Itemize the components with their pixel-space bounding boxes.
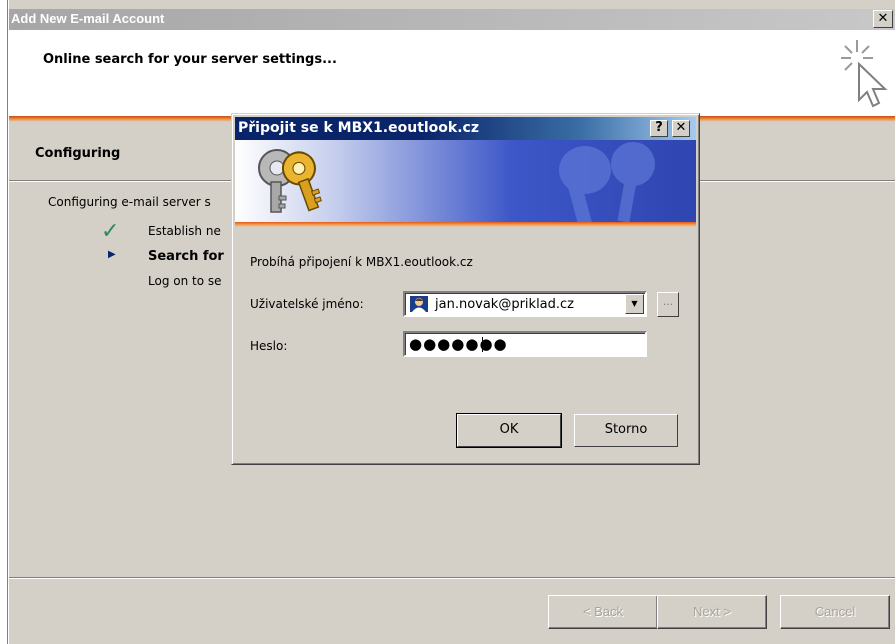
dialog-banner-accent-bar [235,222,696,227]
cancel-button[interactable]: Cancel [780,595,890,629]
next-button[interactable]: Next > [657,595,767,629]
step-search: Search for [148,249,224,264]
username-combobox[interactable]: jan.novak@priklad.cz ▼ [403,291,647,317]
wizard-cursor-sparkle-icon [841,40,888,108]
username-label: Uživatelské jméno: [250,297,364,311]
section-title: Configuring [35,146,121,161]
password-label: Heslo: [250,339,288,353]
text-caret [482,337,483,352]
dialog-close-button[interactable]: ✕ [672,120,690,137]
dialog-titlebar: Připojit se k MBX1.eoutlook.cz [235,117,696,140]
connect-dialog: Připojit se k MBX1.eoutlook.cz ? ✕ Probí… [231,113,700,465]
username-value: jan.novak@priklad.cz [435,297,575,312]
user-icon [410,296,428,312]
storno-button[interactable]: Storno [574,414,678,447]
browse-button[interactable]: ... [657,292,679,317]
password-field[interactable]: ●●●●●●● [403,331,647,357]
arrow-right-icon: ▶ [108,249,116,260]
footer-divider [9,577,895,579]
step-establish: Establish ne [148,224,221,238]
check-icon: ✓ [101,219,120,244]
ok-button[interactable]: OK [456,413,562,448]
wizard-close-button[interactable]: ✕ [873,10,893,28]
banner-watermark-keys-icon [559,142,655,222]
help-button[interactable]: ? [650,120,668,137]
connection-status-text: Probíhá připojení k MBX1.eoutlook.cz [250,255,473,269]
dialog-banner [235,140,696,222]
back-button[interactable]: < Back [548,595,658,629]
password-mask: ●●●●●●● [409,335,508,353]
wizard-heading: Online search for your server settings..… [43,52,337,67]
background-window-edge [0,0,9,644]
keys-icon [258,149,322,213]
config-description: Configuring e-mail server s [48,195,211,209]
step-logon: Log on to se [148,274,222,288]
dialog-title: Připojit se k MBX1.eoutlook.cz [238,120,479,136]
wizard-header: Online search for your server settings..… [9,30,895,116]
chevron-down-icon: ▼ [631,299,638,308]
dropdown-arrow-button[interactable]: ▼ [625,294,644,314]
wizard-titlebar: Add New E-mail Account [9,9,895,30]
